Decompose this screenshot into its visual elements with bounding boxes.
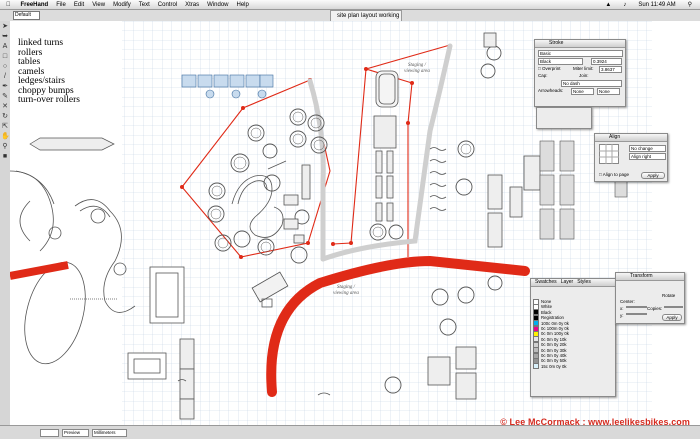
zoom-field[interactable] xyxy=(40,429,59,437)
tab-swatches[interactable]: Swatches xyxy=(535,279,557,286)
cap-label: Cap: xyxy=(538,73,548,78)
swatch-chip xyxy=(533,363,539,370)
status-bar: Preview Millimeters xyxy=(0,425,700,439)
stroke-panel: Stroke Basic Black 0.3924 □ Overprint Mi… xyxy=(534,39,626,107)
menu-help[interactable]: Help xyxy=(233,2,253,8)
scale-tool-icon[interactable]: ⇱ xyxy=(1,123,9,131)
join-label: Join: xyxy=(579,73,589,78)
pencil-tool-icon[interactable]: ✎ xyxy=(1,93,9,101)
menu-modify[interactable]: Modify xyxy=(109,2,135,8)
align-panel: Align No change Align right □ Align to p… xyxy=(594,133,668,182)
preview-select[interactable]: Preview xyxy=(62,429,89,437)
menu-window[interactable]: Window xyxy=(203,2,232,8)
stroke-color-select[interactable]: Black xyxy=(538,58,583,65)
menu-view[interactable]: View xyxy=(88,2,109,8)
swatch-list: None White Black Registration 100c 0m 0y 0k 0… xyxy=(533,298,611,370)
tab-layer[interactable]: Layer xyxy=(561,279,574,286)
dash-select[interactable]: No dash xyxy=(561,80,622,87)
line-tool-icon[interactable]: / xyxy=(1,73,9,81)
note-line: turn-over rollers xyxy=(18,95,80,105)
center-label: Center: xyxy=(620,299,635,304)
stroke-width-input[interactable]: 0.3924 xyxy=(591,58,622,65)
miter-input[interactable]: 3.8637 xyxy=(599,66,622,73)
pen-tool-icon[interactable]: ✒ xyxy=(1,83,9,91)
align-grid-icon[interactable] xyxy=(599,144,619,164)
x-label: x: xyxy=(620,306,624,311)
wifi-icon[interactable]: ▲ xyxy=(601,2,615,8)
tab-styles[interactable]: Styles xyxy=(577,279,591,286)
menu-text[interactable]: Text xyxy=(135,2,154,8)
menu-xtras[interactable]: Xtras xyxy=(181,2,203,8)
text-tool-icon[interactable]: A xyxy=(1,43,9,51)
align-to-page-checkbox[interactable]: □ Align to page xyxy=(599,172,629,177)
arrow-start-select[interactable]: None xyxy=(571,88,594,95)
app-menu[interactable]: FreeHand xyxy=(17,2,53,8)
staging-label-bottom: Staging / viewing area xyxy=(333,285,359,296)
units-select[interactable]: Millimeters xyxy=(92,429,127,437)
rotate-label: Rotate xyxy=(662,293,676,298)
transform-panel-titlebar[interactable]: Transform xyxy=(616,273,684,281)
align-apply-button[interactable]: Apply xyxy=(641,172,665,179)
hand-tool-icon[interactable]: ✋ xyxy=(1,133,10,141)
stroke-preview-panel xyxy=(536,107,592,129)
stroke-style-select[interactable]: Basic xyxy=(538,50,623,57)
volume-icon[interactable]: ♪ xyxy=(619,2,630,8)
align-panel-titlebar[interactable]: Align xyxy=(595,134,667,142)
swatch-name: 15c 0m 0y 0k xyxy=(541,363,567,369)
legend-notes: linked turns rollers tables camels ledge… xyxy=(18,38,80,106)
clock[interactable]: Sun 11:49 AM xyxy=(634,2,679,8)
arrow-end-select[interactable]: None xyxy=(597,88,620,95)
miter-label: Miter limit: xyxy=(573,66,594,71)
align-to-page-label: Align to page xyxy=(602,172,630,177)
knife-tool-icon[interactable]: ✕ xyxy=(1,103,9,111)
status-area: ▲ ♪ Sun 11:49 AM ⚲ xyxy=(601,0,696,9)
center-x-input[interactable] xyxy=(626,306,647,308)
document-tab[interactable]: site plan layout working 5 xyxy=(330,10,402,29)
zoom-select[interactable]: Default xyxy=(13,11,40,20)
copies-label: Copies: xyxy=(647,306,663,311)
menu-file[interactable]: File xyxy=(52,2,70,8)
ellipse-tool-icon[interactable]: ○ xyxy=(1,63,9,71)
subselect-tool-icon[interactable]: ➥ xyxy=(1,33,9,41)
table-left xyxy=(29,137,115,151)
swatches-panel: Swatches Layer Styles None White Black Regi… xyxy=(530,278,616,397)
staging-label-top: Staging / viewing area xyxy=(404,63,430,74)
arrowheads-label: Arrowheads: xyxy=(538,88,564,93)
spotlight-icon[interactable]: ⚲ xyxy=(684,1,696,8)
rectangle-tool-icon[interactable]: □ xyxy=(1,53,9,61)
menu-edit[interactable]: Edit xyxy=(70,2,88,8)
transform-panel: Transform Rotate Center: x: Copies: y: A… xyxy=(615,272,685,324)
center-y-input[interactable] xyxy=(626,313,647,315)
pointer-tool-icon[interactable]: ➤ xyxy=(1,23,9,31)
copies-input[interactable] xyxy=(664,306,683,308)
overprint-checkbox[interactable]: □ Overprint xyxy=(538,66,560,71)
swatch-row[interactable]: 15c 0m 0y 0k xyxy=(533,363,611,370)
overprint-label: Overprint xyxy=(541,66,561,71)
apple-menu-icon[interactable]:  xyxy=(0,2,17,8)
zoom-tool-icon[interactable]: ⚲ xyxy=(1,143,9,151)
align-vertical-select[interactable]: Align right xyxy=(629,153,666,160)
menu-bar:  FreeHand File Edit View Modify Text Co… xyxy=(0,0,700,10)
stroke-panel-titlebar[interactable]: Stroke xyxy=(535,40,625,48)
menu-control[interactable]: Control xyxy=(154,2,181,8)
align-horizontal-select[interactable]: No change xyxy=(629,145,666,152)
swatches-panel-titlebar: Swatches Layer Styles xyxy=(531,279,615,287)
y-label: y: xyxy=(620,313,624,318)
rotate-tool-icon[interactable]: ↻ xyxy=(1,113,9,121)
stroke-tab[interactable]: Stroke xyxy=(549,40,563,46)
fill-color-icon[interactable]: ■ xyxy=(1,153,9,161)
transform-apply-button[interactable]: Apply xyxy=(662,314,682,321)
credit-text: © Lee McCormack : www.leelikesbikes.com xyxy=(500,417,690,427)
